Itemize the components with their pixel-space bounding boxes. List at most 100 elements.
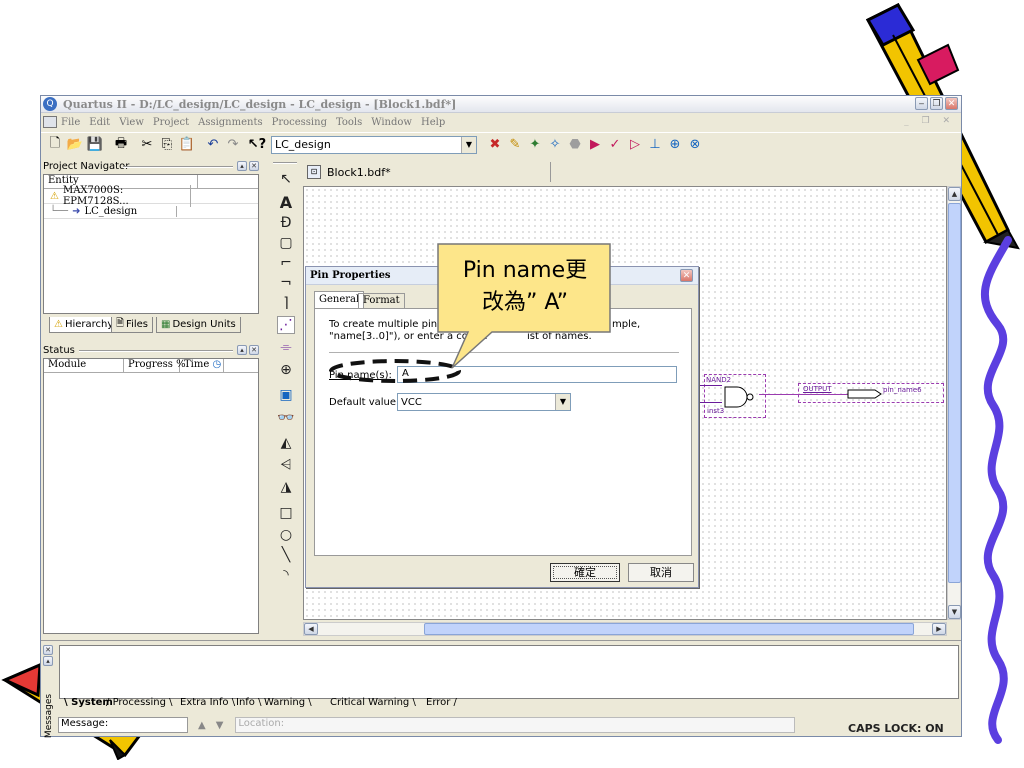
partial-line-tool-icon[interactable]: ⌯ [277, 338, 295, 356]
dialog-close-button[interactable]: ✕ [680, 269, 693, 282]
conduit-tool-icon[interactable]: ⌉ [277, 294, 295, 312]
menu-processing[interactable]: Processing [272, 117, 327, 128]
cancel-button[interactable]: 取消 [628, 563, 694, 582]
horizontal-scrollbar[interactable]: ◀ ▶ [303, 622, 947, 636]
default-value-select[interactable]: VCC ▼ [397, 393, 571, 411]
close-button[interactable]: ✕ [945, 97, 958, 110]
tab-processing[interactable]: / Processing \ [106, 697, 173, 711]
menu-window[interactable]: Window [371, 117, 412, 128]
status-close-button[interactable]: ✕ [249, 345, 259, 355]
help-pointer-icon[interactable]: ↖? [247, 135, 267, 155]
annotation-callout: Pin name更 改為” A” [432, 240, 616, 369]
menu-edit[interactable]: Edit [89, 117, 110, 128]
undo-icon[interactable]: ↶ [203, 135, 223, 155]
find-tool-icon[interactable]: 👓 [277, 409, 295, 427]
navigator-dock-button[interactable]: ▴ [237, 161, 247, 171]
tab-critical-warning[interactable]: Critical Warning \ [330, 697, 416, 711]
clock-icon: ◷ [212, 359, 222, 370]
start-timing-icon[interactable]: ▷ [625, 135, 645, 155]
tab-files-label: Files [126, 319, 148, 330]
nand-gate[interactable]: NAND2 inst3 [704, 374, 766, 418]
navigator-row[interactable]: ⚠ MAX7000S: EPM7128S... [44, 185, 258, 207]
messages-dock-button[interactable]: ▴ [43, 656, 53, 666]
progress-column-label: Progress % [128, 359, 186, 370]
scroll-down-button[interactable]: ▼ [948, 605, 961, 619]
vertical-scrollbar[interactable]: ▲ ▼ [947, 186, 961, 620]
flip-horizontal-tool-icon[interactable]: ◭ [277, 434, 295, 452]
timing-icon[interactable]: ✧ [545, 135, 565, 155]
tab-info[interactable]: Info \ [236, 697, 262, 711]
message-down-icon[interactable]: ▼ [216, 720, 224, 731]
save-icon[interactable]: 💾 [85, 135, 105, 155]
start-analysis-icon[interactable]: ✓ [605, 135, 625, 155]
arc-tool-icon[interactable]: ◝ [277, 566, 295, 584]
tab-warning[interactable]: Warning \ [264, 697, 312, 711]
copy-icon[interactable]: ⎘ [157, 135, 177, 155]
new-file-icon[interactable]: 🗋 [45, 135, 65, 155]
rubberbanding-tool-icon[interactable]: ⋰ [277, 316, 295, 334]
document-tab[interactable]: ⊡ Block1.bdf* [303, 162, 551, 182]
stop-icon[interactable]: ⬣ [565, 135, 585, 155]
scroll-left-button[interactable]: ◀ [304, 623, 318, 635]
paste-icon[interactable]: 📋 [177, 135, 197, 155]
pin-name-label: pin_name6 [883, 386, 922, 394]
block-tool-icon[interactable]: ▢ [277, 234, 295, 252]
symbol-tool-icon[interactable]: Ð [277, 214, 295, 232]
tab-hierarchy[interactable]: ⚠ Hierarchy [49, 317, 119, 333]
start-compile-icon[interactable]: ▶ [585, 135, 605, 155]
menu-tools[interactable]: Tools [336, 117, 362, 128]
text-tool-icon[interactable]: A [277, 193, 295, 212]
message-up-icon[interactable]: ▲ [198, 720, 206, 731]
tab-extra-info[interactable]: Extra Info \ [180, 697, 235, 711]
rectangle-tool-icon[interactable]: □ [277, 504, 295, 522]
gate-label: NAND2 [706, 376, 732, 384]
maximize-button[interactable]: ❐ [930, 97, 943, 110]
tab-format[interactable]: Format [358, 293, 405, 308]
orthogonal-bus-tool-icon[interactable]: ¬ [277, 274, 295, 292]
navigator-close-button[interactable]: ✕ [249, 161, 259, 171]
selection-tool-icon[interactable]: ↖ [277, 170, 295, 188]
zoom-tool-icon[interactable]: ⊕ [277, 361, 295, 379]
window-controls: ‒ ❐ ✕ [915, 97, 958, 110]
open-folder-icon[interactable]: 📂 [65, 135, 85, 155]
navigator-row[interactable]: └── ➜ LC_design [44, 204, 258, 219]
menu-project[interactable]: Project [153, 117, 189, 128]
orthogonal-node-tool-icon[interactable]: ⌐ [277, 254, 295, 272]
menu-help[interactable]: Help [421, 117, 445, 128]
flip-vertical-tool-icon[interactable]: ⩤ [277, 456, 295, 474]
full-screen-tool-icon[interactable]: ▣ [277, 386, 295, 404]
entity-icon: ➜ [72, 205, 81, 217]
scroll-up-button[interactable]: ▲ [948, 187, 961, 201]
stop-compile-icon[interactable]: ✖ [485, 135, 505, 155]
analysis-icon[interactable]: ✎ [505, 135, 525, 155]
menu-assignments[interactable]: Assignments [198, 117, 263, 128]
rotate-tool-icon[interactable]: ◮ [277, 478, 295, 496]
tab-design-units[interactable]: ▦ Design Units [156, 317, 241, 333]
menu-view[interactable]: View [119, 117, 144, 128]
programmer-icon[interactable]: ⊕ [665, 135, 685, 155]
dialog-title: Pin Properties [310, 270, 391, 281]
chip-planner-icon[interactable]: ⊗ [685, 135, 705, 155]
simulation-icon[interactable]: ⊥ [645, 135, 665, 155]
redo-icon[interactable]: ↷ [223, 135, 243, 155]
menu-bar: File Edit View Project Assignments Proce… [41, 114, 961, 130]
menu-file[interactable]: File [61, 117, 80, 128]
tab-error[interactable]: Error / [426, 697, 457, 711]
location-field[interactable]: Location: [235, 717, 796, 733]
oval-tool-icon[interactable]: ○ [277, 526, 295, 544]
cut-icon[interactable]: ✂ [137, 135, 157, 155]
scroll-right-button[interactable]: ▶ [932, 623, 946, 635]
minimize-button[interactable]: ‒ [915, 97, 928, 110]
messages-close-button[interactable]: ✕ [43, 645, 53, 655]
line-tool-icon[interactable]: ╲ [277, 546, 295, 564]
tab-files[interactable]: 🗎 Files [111, 317, 153, 333]
scroll-thumb[interactable] [948, 203, 961, 583]
tab-general[interactable]: General [314, 291, 365, 308]
ok-button[interactable]: 確定 [550, 563, 620, 582]
status-dock-button[interactable]: ▴ [237, 345, 247, 355]
print-icon[interactable]: 🖶 [111, 135, 131, 155]
project-combo[interactable]: LC_design ▼ [271, 135, 477, 154]
fitter-icon[interactable]: ✦ [525, 135, 545, 155]
output-pin[interactable]: OUTPUT pin_name6 [798, 383, 944, 403]
horizontal-scroll-thumb[interactable] [424, 623, 914, 635]
